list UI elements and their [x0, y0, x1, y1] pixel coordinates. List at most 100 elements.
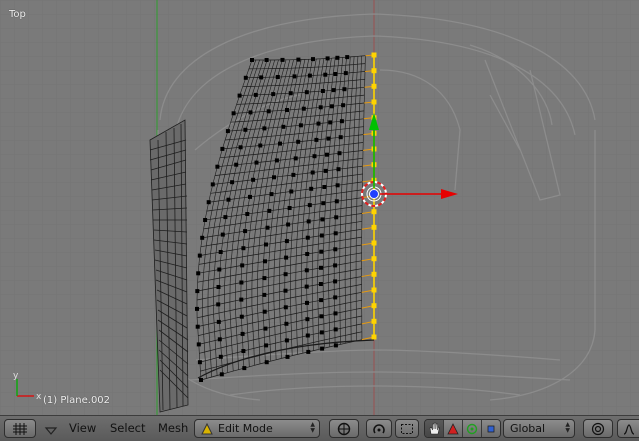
mesh-vertex[interactable] [320, 89, 325, 93]
mesh-vertex[interactable] [325, 56, 330, 61]
mesh-vertex[interactable] [304, 284, 309, 289]
proportional-editing-button[interactable] [583, 419, 613, 438]
mesh-vertex[interactable] [283, 272, 288, 277]
mesh-vertex[interactable] [319, 233, 324, 238]
manipulator-toggle-button[interactable] [425, 420, 444, 437]
mesh-vertex[interactable] [345, 55, 350, 60]
mesh-vertex[interactable] [206, 200, 211, 205]
mesh-vertex[interactable] [278, 141, 282, 146]
orientation-selector[interactable]: Global ▲ ▼ [503, 419, 575, 438]
mesh-vertex[interactable] [307, 203, 312, 208]
mesh-vertex[interactable] [292, 74, 297, 79]
mesh-vertex[interactable] [231, 111, 236, 116]
selected-vertex[interactable] [371, 52, 377, 58]
mesh-vertex[interactable] [319, 330, 324, 335]
mesh-vertex[interactable] [285, 354, 290, 359]
selected-vertex[interactable] [371, 83, 377, 89]
mesh-vertex[interactable] [333, 279, 338, 284]
mesh-vertex[interactable] [210, 182, 215, 187]
mesh-vertex[interactable] [318, 282, 323, 286]
mesh-vertex[interactable] [199, 378, 203, 382]
mesh-vertex[interactable] [216, 319, 221, 324]
mesh-vertex[interactable] [240, 263, 245, 268]
mesh-vertex[interactable] [323, 72, 328, 77]
mesh-vertex[interactable] [196, 342, 201, 347]
mesh-vertex[interactable] [200, 235, 205, 240]
translate-button[interactable] [444, 420, 463, 437]
mesh-vertex[interactable] [248, 194, 252, 199]
mesh-vertex[interactable] [298, 123, 303, 128]
mesh-vertex[interactable] [254, 160, 259, 165]
mesh-vertex[interactable] [220, 146, 225, 151]
mesh-vertex[interactable] [225, 129, 230, 134]
selected-vertex[interactable] [371, 287, 377, 293]
mesh-vertex[interactable] [319, 265, 323, 270]
mesh-vertex[interactable] [264, 343, 269, 348]
mesh-vertex[interactable] [218, 250, 223, 254]
mesh-vertex[interactable] [337, 151, 342, 156]
mesh-vertex[interactable] [215, 164, 220, 169]
mesh-vertex[interactable] [321, 201, 326, 206]
mesh-vertex[interactable] [333, 263, 338, 268]
mesh-vertex[interactable] [284, 321, 289, 326]
mesh-vertex[interactable] [333, 295, 338, 300]
mesh-vertex[interactable] [262, 309, 267, 314]
selected-vertex[interactable] [371, 68, 377, 74]
mesh-vertex[interactable] [263, 326, 268, 331]
mesh-vertex[interactable] [266, 109, 271, 114]
mesh-vertex[interactable] [217, 267, 222, 272]
selected-vertex[interactable] [371, 240, 377, 246]
mesh-vertex[interactable] [239, 280, 244, 285]
mesh-vertex[interactable] [286, 222, 291, 227]
proportional-falloff-button[interactable] [617, 419, 639, 438]
mesh-vertex[interactable] [305, 317, 310, 322]
mesh-vertex[interactable] [283, 305, 288, 310]
mesh-vertex[interactable] [314, 137, 319, 142]
mesh-vertex[interactable] [316, 121, 321, 126]
mesh-vertex[interactable] [219, 372, 224, 377]
selected-vertex[interactable] [371, 224, 377, 230]
manipulator-center[interactable] [369, 189, 379, 199]
mesh-vertex[interactable] [335, 183, 340, 188]
mesh-vertex[interactable] [334, 199, 339, 204]
mesh-vertex[interactable] [267, 208, 272, 213]
selected-vertex[interactable] [371, 334, 377, 340]
mesh-vertex[interactable] [218, 354, 223, 359]
3d-viewport[interactable]: x y Top (1) Plane.002 [0, 0, 639, 415]
mesh-vertex[interactable] [239, 314, 244, 319]
mesh-vertex[interactable] [331, 88, 336, 93]
selected-vertex[interactable] [371, 256, 377, 262]
mesh-vertex[interactable] [288, 91, 293, 96]
mesh-vertex[interactable] [259, 75, 264, 80]
mesh-vertex[interactable] [343, 71, 348, 76]
mesh-vertex[interactable] [333, 327, 338, 332]
mesh-vertex[interactable] [262, 126, 267, 131]
mesh-vertex[interactable] [243, 75, 248, 80]
selected-vertex[interactable] [371, 209, 377, 215]
mesh-vertex[interactable] [323, 168, 328, 173]
mesh-vertex[interactable] [305, 235, 310, 240]
pivot-point-selector[interactable] [366, 419, 392, 438]
mode-selector[interactable]: Edit Mode ▲ ▼ [194, 419, 320, 438]
mesh-vertex[interactable] [284, 255, 289, 260]
mesh-vertex[interactable] [318, 105, 323, 110]
mesh-vertex[interactable] [216, 285, 221, 289]
mesh-vertex[interactable] [296, 139, 301, 144]
mesh-vertex[interactable] [306, 219, 311, 224]
collapse-menus-button[interactable] [44, 422, 58, 435]
mesh-vertex[interactable] [264, 58, 269, 62]
mesh-vertex[interactable] [310, 170, 315, 175]
mesh-vertex[interactable] [262, 276, 267, 281]
mesh-vertex[interactable] [285, 108, 289, 112]
mesh-vertex[interactable] [336, 167, 341, 172]
mesh-vertex[interactable] [264, 242, 268, 247]
mesh-vertex[interactable] [293, 156, 298, 161]
mesh-vertex[interactable] [305, 252, 310, 256]
mesh-vertex[interactable] [339, 119, 344, 124]
select-menu[interactable]: Select [110, 421, 145, 436]
mesh-vertex[interactable] [329, 104, 334, 109]
mesh-menu[interactable]: Mesh [158, 421, 188, 436]
selected-vertex[interactable] [371, 303, 377, 309]
mesh-vertex[interactable] [304, 268, 309, 273]
mesh-vertex[interactable] [241, 349, 246, 353]
